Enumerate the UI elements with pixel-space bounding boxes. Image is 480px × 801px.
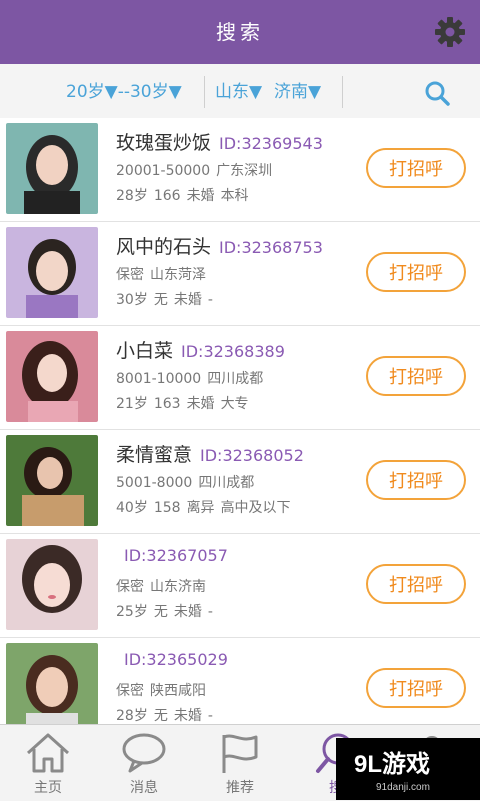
height: 无: [153, 708, 168, 724]
avatar[interactable]: [6, 643, 98, 734]
location: 广东深圳: [216, 163, 273, 179]
marital-status: 未婚: [173, 292, 202, 308]
user-id: ID:32367057: [124, 546, 228, 565]
list-item[interactable]: 风中的石头 ID:32368753 保密 山东菏泽 30岁无未婚 - 打招呼: [0, 222, 480, 326]
divider: [342, 76, 343, 108]
watermark-url: 91danji.com: [376, 782, 430, 793]
income: 5001-8000: [116, 475, 193, 491]
marital-status: 未婚: [173, 604, 202, 620]
nickname: 风中的石头: [116, 236, 212, 258]
location: 四川成都: [207, 371, 264, 387]
avatar[interactable]: [6, 331, 98, 422]
education: -: [207, 604, 213, 620]
tab-messages[interactable]: 消息: [96, 725, 192, 801]
education: -: [207, 292, 213, 308]
location: 山东菏泽: [150, 267, 206, 283]
income: 20001-50000: [116, 163, 211, 179]
tab-label: 主页: [34, 780, 62, 796]
height: 无: [153, 292, 168, 308]
user-id: ID:32368052: [200, 446, 304, 465]
age: 28岁: [116, 708, 148, 724]
user-list: 玫瑰蛋炒饭 ID:32369543 20001-50000 广东深圳 28岁 166 未…: [0, 118, 480, 742]
page-title: 搜索: [216, 20, 264, 44]
list-item[interactable]: 柔情蜜意 ID:32368052 5001-8000 四川成都 40岁 158 离异 高中…: [0, 430, 480, 534]
education: 本科: [220, 188, 249, 204]
user-id: ID:32368753: [219, 238, 323, 257]
location: 陕西咸阳: [150, 683, 206, 699]
location: 山东济南: [150, 579, 206, 595]
age: 28岁: [116, 188, 148, 204]
watermark: 9L游戏 91danji.com: [336, 738, 480, 800]
list-item[interactable]: ID:32367057 保密 山东济南 25岁无未婚 - 打招呼: [0, 534, 480, 638]
income: 保密: [116, 683, 144, 699]
message-icon: [122, 733, 166, 773]
list-item[interactable]: 玫瑰蛋炒饭 ID:32369543 20001-50000 广东深圳 28岁 166 未…: [0, 118, 480, 222]
watermark-brand: 9L游戏: [354, 751, 431, 778]
location: 四川成都: [198, 475, 255, 491]
search-icon[interactable]: [424, 80, 450, 106]
greet-button[interactable]: 打招呼: [366, 356, 466, 396]
user-id: ID:32368389: [181, 342, 285, 361]
list-item[interactable]: 小白菜 ID:32368389 8001-10000 四川成都 21岁 163 未婚 大专…: [0, 326, 480, 430]
flag-icon: [222, 734, 258, 773]
avatar[interactable]: [6, 123, 98, 214]
marital-status: 未婚: [173, 708, 202, 724]
nickname: 柔情蜜意: [116, 444, 193, 466]
marital-status: 未婚: [186, 188, 215, 204]
marital-status: 离异: [186, 500, 215, 516]
height: 163: [153, 396, 181, 412]
age: 25岁: [116, 604, 148, 620]
avatar[interactable]: [6, 435, 98, 526]
nickname: 玫瑰蛋炒饭: [116, 132, 212, 154]
age-range-filter[interactable]: 20岁▼--30岁▼: [66, 64, 182, 120]
title-bar: 搜索: [0, 0, 480, 64]
greet-button[interactable]: 打招呼: [366, 252, 466, 292]
greet-button[interactable]: 打招呼: [366, 668, 466, 708]
nickname: 小白菜: [116, 340, 174, 362]
greet-button[interactable]: 打招呼: [366, 148, 466, 188]
divider: [204, 76, 205, 108]
income: 保密: [116, 267, 144, 283]
gear-icon[interactable]: [434, 16, 466, 48]
education: 大专: [220, 396, 249, 412]
province-filter[interactable]: 山东▼: [215, 64, 262, 120]
user-id: ID:32369543: [219, 134, 323, 153]
tab-label: 消息: [130, 780, 158, 796]
height: 无: [153, 604, 168, 620]
avatar[interactable]: [6, 227, 98, 318]
age: 21岁: [116, 396, 148, 412]
user-id: ID:32365029: [124, 650, 228, 669]
income: 8001-10000: [116, 371, 202, 387]
age: 40岁: [116, 500, 148, 516]
height: 166: [153, 188, 181, 204]
education: 高中及以下: [220, 500, 291, 516]
greet-button[interactable]: 打招呼: [366, 564, 466, 604]
city-filter[interactable]: 济南▼: [274, 64, 321, 120]
filter-bar: 20岁▼--30岁▼ 山东▼ 济南▼: [0, 64, 480, 121]
tab-label: 推荐: [226, 780, 254, 796]
marital-status: 未婚: [186, 396, 215, 412]
age: 30岁: [116, 292, 148, 308]
education: -: [207, 708, 213, 724]
greet-button[interactable]: 打招呼: [366, 460, 466, 500]
height: 158: [153, 500, 181, 516]
income: 保密: [116, 579, 144, 595]
tab-home[interactable]: 主页: [0, 725, 96, 801]
home-icon: [26, 733, 70, 773]
tab-recommend[interactable]: 推荐: [192, 725, 288, 801]
avatar[interactable]: [6, 539, 98, 630]
